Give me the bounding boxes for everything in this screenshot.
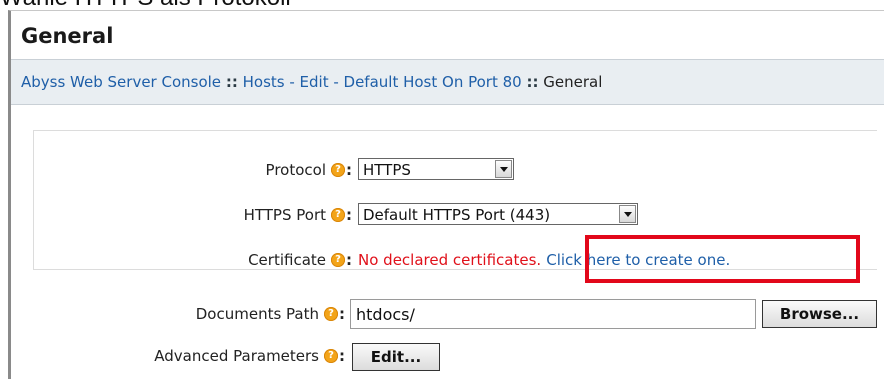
breadcrumb-console-link[interactable]: Abyss Web Server Console [21, 73, 221, 91]
documents-path-label: Documents Path [195, 305, 319, 323]
https-port-select[interactable]: Default HTTPS Port (443) [358, 203, 638, 225]
help-icon[interactable]: ? [331, 252, 345, 267]
breadcrumb-current: General [543, 73, 603, 91]
help-icon[interactable]: ? [331, 207, 345, 222]
chevron-down-icon[interactable] [495, 160, 512, 178]
certificate-label-group: Certificate?: [248, 245, 352, 275]
advanced-parameters-label: Advanced Parameters [154, 347, 319, 365]
panel-title: General [11, 11, 884, 60]
label-colon: : [346, 206, 352, 224]
label-colon: : [339, 347, 345, 365]
help-icon[interactable]: ? [331, 162, 345, 177]
chevron-down-icon[interactable] [619, 205, 636, 223]
protocol-label: Protocol [265, 161, 326, 179]
protocol-select[interactable]: HTTPS [358, 158, 514, 180]
documents-path-label-group: Documents Path?: [196, 299, 345, 329]
https-port-select-value: Default HTTPS Port (443) [363, 206, 551, 224]
breadcrumb-separator: :: [225, 73, 238, 91]
certificate-error-text: No declared certificates. [358, 251, 542, 269]
https-port-label: HTTPS Port [243, 206, 326, 224]
help-icon[interactable]: ? [324, 306, 338, 321]
browse-button[interactable]: Browse... [762, 300, 877, 328]
help-icon[interactable]: ? [324, 348, 338, 363]
breadcrumb: Abyss Web Server Console :: Hosts - Edit… [11, 60, 884, 105]
create-certificate-link[interactable]: Click here to create one. [546, 251, 730, 269]
edit-advanced-parameters-button[interactable]: Edit... [352, 343, 440, 371]
protocol-select-value: HTTPS [363, 161, 411, 179]
certificate-label: Certificate [248, 251, 326, 269]
label-colon: : [346, 251, 352, 269]
breadcrumb-separator: :: [526, 73, 539, 91]
label-colon: : [346, 161, 352, 179]
advanced-parameters-row: Advanced Parameters?: [0, 341, 345, 371]
label-colon: : [339, 305, 345, 323]
documents-path-row: Documents Path?: [0, 299, 345, 329]
certificate-row: Certificate?: [0, 245, 352, 275]
https-port-label-group: HTTPS Port?: [244, 200, 352, 230]
https-port-row: HTTPS Port?: [0, 200, 352, 230]
page-caption: Wähle HTTPS als Protokoll [0, 0, 291, 11]
protocol-row: Protocol?: [0, 155, 352, 185]
advanced-parameters-label-group: Advanced Parameters?: [154, 341, 345, 371]
documents-path-input[interactable] [350, 299, 756, 329]
certificate-value: No declared certificates. Click here to … [358, 245, 730, 275]
protocol-label-group: Protocol?: [266, 155, 352, 185]
breadcrumb-hosts-edit-link[interactable]: Hosts - Edit - Default Host On Port 80 [243, 73, 522, 91]
